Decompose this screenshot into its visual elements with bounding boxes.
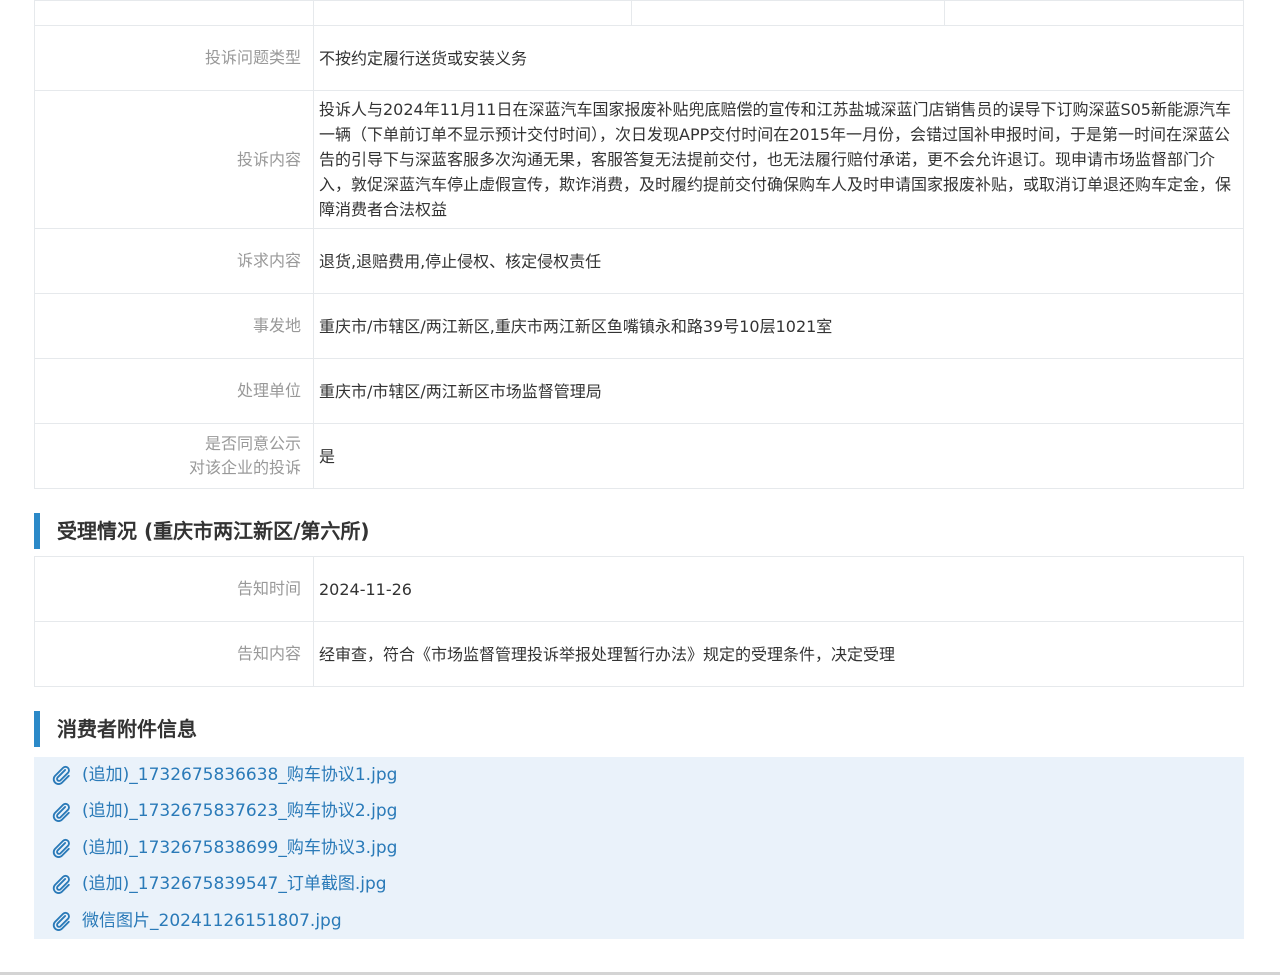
table-row: 处理单位 重庆市/市辖区/两江新区市场监督管理局 [34,358,1244,424]
row-label: 诉求内容 [34,228,314,294]
row-label-text: 投诉内容 [236,149,301,169]
table-row: 是否同意公示 对该企业的投诉 是 [34,423,1244,489]
attachment-item[interactable]: (追加)_1732675838699_购车协议3.jpg [34,830,1244,866]
row-label-text: 是否同意公示 [204,434,301,453]
table-row: 事发地 重庆市/市辖区/两江新区,重庆市两江新区鱼嘴镇永和路39号10层1021… [34,293,1244,359]
attachment-link[interactable]: (追加)_1732675836638_购车协议1.jpg [82,757,397,793]
section-title-text: 消费者附件信息 [57,717,197,741]
table-row: 投诉问题类型 不按约定履行送货或安装义务 [34,25,1244,91]
row-label: 事发地 [34,293,314,359]
attachment-item[interactable]: 微信图片_20241126151807.jpg [34,903,1244,939]
row-label-text: 对该企业的投诉 [188,458,301,477]
attachment-list: (追加)_1732675836638_购车协议1.jpg (追加)_173267… [34,757,1244,939]
paperclip-icon [52,838,70,858]
partial-label-cell-2 [631,0,945,26]
section-title-text: 受理情况 (重庆市两江新区/第六所) [57,519,370,543]
section-title-acceptance: 受理情况 (重庆市两江新区/第六所) [34,513,1244,549]
table-row: 投诉内容 投诉人与2024年11月11日在深蓝汽车国家报废补贴兜底赔偿的宣传和江… [34,90,1244,229]
table-row: 告知内容 经审查，符合《市场监督管理投诉举报处理暂行办法》规定的受理条件，决定受… [34,621,1244,687]
row-label: 告知时间 [34,556,314,622]
row-value: 是 [313,423,1244,489]
row-label: 投诉内容 [34,90,314,229]
attachment-link[interactable]: (追加)_1732675838699_购车协议3.jpg [82,830,397,866]
row-value: 投诉人与2024年11月11日在深蓝汽车国家报废补贴兜底赔偿的宣传和江苏盐城深蓝… [313,90,1244,229]
section-accent-bar [34,711,40,747]
row-label-text: 投诉问题类型 [204,48,301,67]
row-value: 重庆市/市辖区/两江新区,重庆市两江新区鱼嘴镇永和路39号10层1021室 [313,293,1244,359]
row-value: 重庆市/市辖区/两江新区市场监督管理局 [313,358,1244,424]
row-label: 告知内容 [34,621,314,687]
row-value: 退货,退赔费用,停止侵权、核定侵权责任 [313,228,1244,294]
row-label: 投诉问题类型 [34,25,314,91]
row-label-text: 处理单位 [236,381,301,400]
table-row: 诉求内容 退货,退赔费用,停止侵权、核定侵权责任 [34,228,1244,294]
partial-value-cell-2 [944,0,1244,26]
paperclip-icon [52,766,70,786]
attachment-item[interactable]: (追加)_1732675839547_订单截图.jpg [34,866,1244,902]
attachment-item[interactable]: (追加)_1732675836638_购车协议1.jpg [34,757,1244,793]
partial-value-cell [313,0,632,26]
row-value: 不按约定履行送货或安装义务 [313,25,1244,91]
table-row: 告知时间 2024-11-26 [34,556,1244,622]
paperclip-icon [52,875,70,895]
attachment-link[interactable]: (追加)_1732675837623_购车协议2.jpg [82,793,397,829]
row-value: 经审查，符合《市场监督管理投诉举报处理暂行办法》规定的受理条件，决定受理 [313,621,1244,687]
table-row-partial [34,0,1244,26]
attachment-link[interactable]: (追加)_1732675839547_订单截图.jpg [82,866,387,902]
attachment-item[interactable]: (追加)_1732675837623_购车协议2.jpg [34,793,1244,829]
paperclip-icon [52,802,70,822]
row-label: 处理单位 [34,358,314,424]
row-label-text: 事发地 [252,316,301,335]
complaint-info-table: 投诉问题类型 不按约定履行送货或安装义务 投诉内容 投诉人与2024年11月11… [34,0,1244,489]
section-accent-bar [34,513,40,549]
attachment-link[interactable]: 微信图片_20241126151807.jpg [82,903,342,939]
partial-label-cell [34,0,314,26]
row-label-text: 诉求内容 [236,251,301,270]
page-container: 投诉问题类型 不按约定履行送货或安装义务 投诉内容 投诉人与2024年11月11… [34,0,1244,939]
row-value: 2024-11-26 [313,556,1244,622]
paperclip-icon [52,911,70,931]
row-label: 是否同意公示 对该企业的投诉 [34,423,314,489]
section-title-attachments: 消费者附件信息 [34,711,1244,747]
acceptance-table: 告知时间 2024-11-26 告知内容 经审查，符合《市场监督管理投诉举报处理… [34,556,1244,687]
